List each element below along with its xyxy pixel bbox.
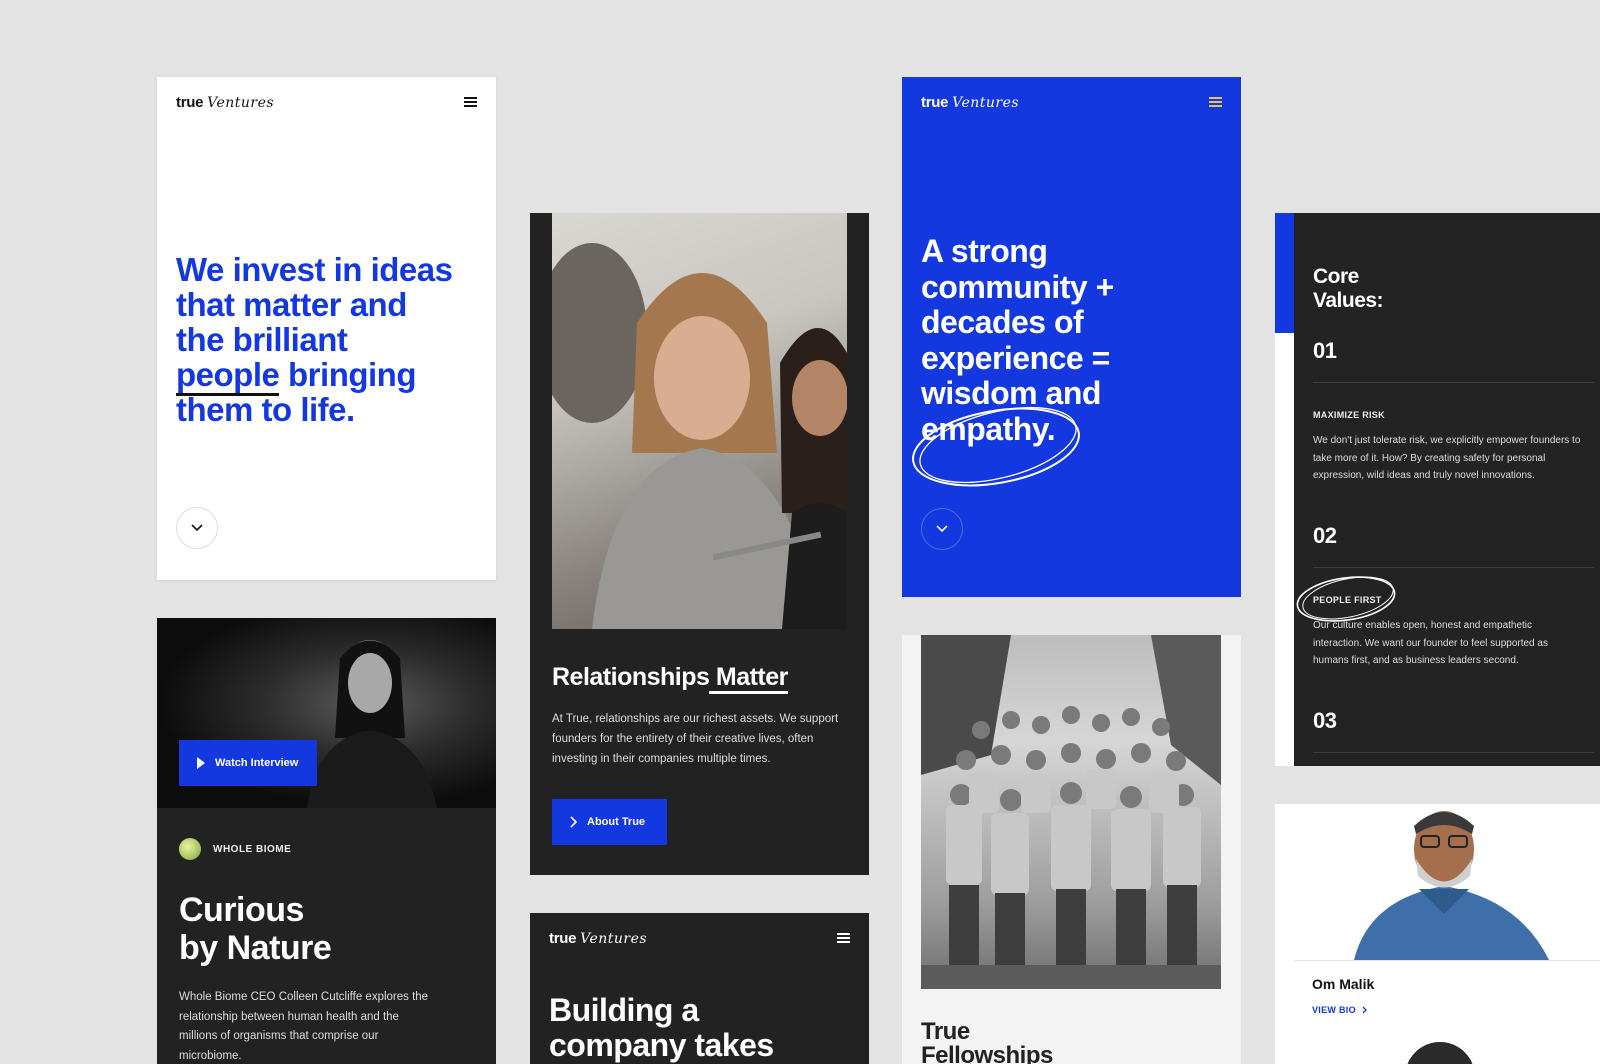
team-member-photo xyxy=(1294,804,1600,960)
team-photo xyxy=(552,213,847,629)
logo-script: Ventures xyxy=(580,930,648,947)
value-number: 02 xyxy=(1313,523,1337,548)
value-body: Our culture enables open, honest and emp… xyxy=(1313,620,1548,666)
hero-headline: We invest in ideas that matter and the b… xyxy=(176,252,486,427)
watch-interview-label: Watch Interview xyxy=(215,757,299,769)
story-title-line: by Nature xyxy=(179,929,332,967)
relationships-title-part: Relationships xyxy=(552,663,710,691)
headline-line: decades of xyxy=(921,304,1084,340)
divider xyxy=(1313,382,1594,383)
value-label: MAXIMIZE RISK xyxy=(1313,410,1385,420)
headline-fragment: bringing xyxy=(279,356,416,393)
chevron-down-icon xyxy=(191,524,203,532)
headline-line: Building a xyxy=(549,992,699,1028)
logo[interactable]: true Ventures xyxy=(176,94,274,111)
watch-interview-button[interactable]: Watch Interview xyxy=(179,740,317,786)
menu-icon[interactable] xyxy=(837,933,850,943)
company-row: WHOLE BIOME xyxy=(179,838,291,860)
headline-line: people bringing xyxy=(176,356,486,396)
logo[interactable]: true Ventures xyxy=(921,94,1019,111)
about-true-button[interactable]: About True xyxy=(552,799,667,845)
card-video-story: Watch Interview WHOLE BIOME Curious by N… xyxy=(157,618,496,1064)
chevron-right-icon xyxy=(570,816,577,828)
play-icon xyxy=(197,757,205,769)
core-values-title: Core Values: xyxy=(1313,265,1384,313)
core-values-panel: Core Values: 01 MAXIMIZE RISK We don't j… xyxy=(1294,213,1600,766)
navbar: true Ventures xyxy=(176,91,477,113)
logo-wordmark: true xyxy=(176,93,204,111)
logo-wordmark: true xyxy=(549,929,577,947)
relationships-body: At True, relationships are our richest a… xyxy=(552,713,839,765)
accent-bar xyxy=(1275,213,1294,333)
value-label: PEOPLE FIRST xyxy=(1313,595,1382,605)
chevron-right-icon xyxy=(1362,1006,1367,1014)
logo-script: Ventures xyxy=(207,94,275,111)
relationships-title-underlined: Matter xyxy=(709,663,788,694)
portrait-figure xyxy=(1354,811,1549,960)
team-member-name: Om Malik xyxy=(1312,976,1375,992)
story-title: Curious by Nature xyxy=(179,891,332,967)
headline-line: company takes xyxy=(549,1027,774,1063)
headline-line: We invest in ideas xyxy=(176,251,453,288)
story-title-line: Curious xyxy=(179,891,304,929)
headline-underlined-word: people xyxy=(176,356,280,396)
logo-wordmark: true xyxy=(921,93,949,111)
company-label: WHOLE BIOME xyxy=(213,843,292,855)
divider xyxy=(1313,567,1594,568)
headline-line: them to life. xyxy=(176,391,355,428)
value-number: 01 xyxy=(1313,338,1337,363)
chevron-down-icon xyxy=(936,525,948,533)
group-people xyxy=(921,635,1221,989)
card-building: true Ventures Building a company takes xyxy=(530,913,869,1064)
story-body: Whole Biome CEO Colleen Cutcliffe explor… xyxy=(179,991,429,1062)
headline-line: experience = xyxy=(921,339,1110,376)
divider xyxy=(1294,960,1600,961)
menu-icon[interactable] xyxy=(1209,97,1222,107)
card-team-member: Om Malik VIEW BIO xyxy=(1275,804,1600,1064)
about-true-label: About True xyxy=(587,816,646,828)
building-headline: Building a company takes xyxy=(549,993,774,1063)
scroll-down-button[interactable] xyxy=(176,507,218,549)
value-number: 03 xyxy=(1313,708,1337,733)
logo[interactable]: true Ventures xyxy=(549,930,647,947)
menu-icon[interactable] xyxy=(464,97,477,107)
value-body: We don't just tolerate risk, we explicit… xyxy=(1313,435,1581,481)
navbar: true Ventures xyxy=(549,927,850,949)
headline-line: that matter and xyxy=(176,286,407,323)
headline-line: A strong xyxy=(921,233,1048,269)
relationships-title: Relationships Matter xyxy=(552,663,788,694)
fellowships-title: True Fellowships xyxy=(921,1020,1053,1064)
company-logo-icon xyxy=(179,838,201,860)
next-member-photo xyxy=(1405,1042,1475,1064)
card-relationships: Relationships Matter At True, relationsh… xyxy=(530,213,869,875)
card-core-values: Core Values: 01 MAXIMIZE RISK We don't j… xyxy=(1275,213,1600,766)
divider xyxy=(1313,752,1594,753)
card-community-blue: true Ventures A strong community + decad… xyxy=(902,77,1241,597)
fellowships-title-line: Fellowships xyxy=(921,1042,1053,1064)
headline-line: community + xyxy=(921,268,1114,305)
view-bio-link[interactable]: VIEW BIO xyxy=(1312,1005,1367,1015)
core-values-title-line: Values: xyxy=(1313,289,1384,312)
view-bio-label: VIEW BIO xyxy=(1312,1005,1356,1015)
core-values-title-line: Core xyxy=(1313,265,1359,288)
fellowships-title-line: True xyxy=(921,1018,970,1045)
navbar: true Ventures xyxy=(921,91,1222,113)
photo-people xyxy=(552,243,847,629)
logo-script: Ventures xyxy=(952,94,1020,111)
card-fellowships: True Fellowships xyxy=(902,635,1241,1064)
headline-line: the brilliant xyxy=(176,321,348,358)
scroll-down-button[interactable] xyxy=(921,508,963,550)
card-hero-white: true Ventures We invest in ideas that ma… xyxy=(157,77,496,580)
group-photo xyxy=(921,635,1221,989)
scribble-circle xyxy=(912,406,1080,487)
